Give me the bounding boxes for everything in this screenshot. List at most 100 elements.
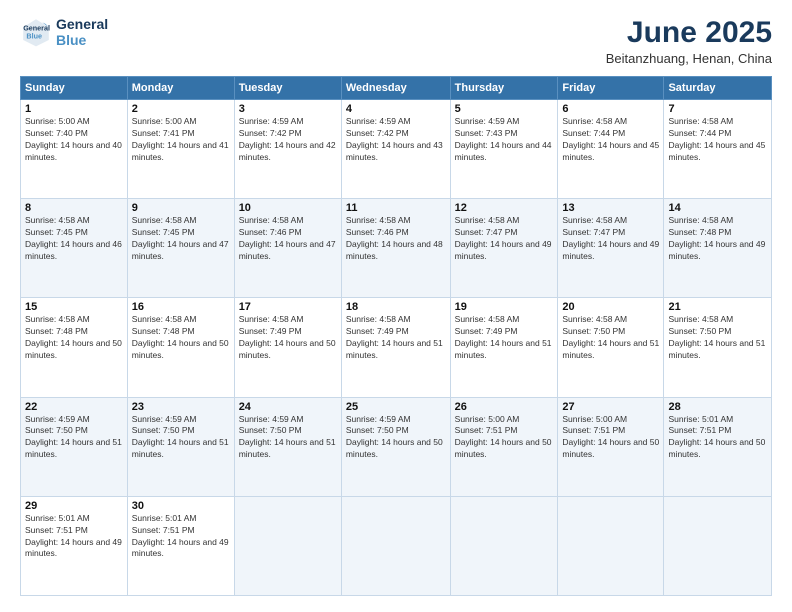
day-cell: 13 Sunrise: 4:58 AM Sunset: 7:47 PM Dayl… bbox=[558, 199, 664, 298]
day-cell: 10 Sunrise: 4:58 AM Sunset: 7:46 PM Dayl… bbox=[234, 199, 341, 298]
day-number: 19 bbox=[455, 301, 554, 313]
day-cell: 16 Sunrise: 4:58 AM Sunset: 7:48 PM Dayl… bbox=[127, 298, 234, 397]
day-number: 17 bbox=[239, 301, 337, 313]
day-info: Sunrise: 4:58 AM Sunset: 7:48 PM Dayligh… bbox=[132, 314, 230, 362]
page-header: General Blue General Blue June 2025 Beit… bbox=[20, 16, 772, 66]
day-info: Sunrise: 4:59 AM Sunset: 7:50 PM Dayligh… bbox=[132, 414, 230, 462]
day-cell: 2 Sunrise: 5:00 AM Sunset: 7:41 PM Dayli… bbox=[127, 100, 234, 199]
day-number: 30 bbox=[132, 500, 230, 512]
day-cell: 29 Sunrise: 5:01 AM Sunset: 7:51 PM Dayl… bbox=[21, 496, 128, 595]
day-cell: 22 Sunrise: 4:59 AM Sunset: 7:50 PM Dayl… bbox=[21, 397, 128, 496]
day-info: Sunrise: 4:59 AM Sunset: 7:50 PM Dayligh… bbox=[346, 414, 446, 462]
calendar-page: General Blue General Blue June 2025 Beit… bbox=[0, 0, 792, 612]
day-cell: 12 Sunrise: 4:58 AM Sunset: 7:47 PM Dayl… bbox=[450, 199, 558, 298]
day-number: 23 bbox=[132, 401, 230, 413]
day-cell: 21 Sunrise: 4:58 AM Sunset: 7:50 PM Dayl… bbox=[664, 298, 772, 397]
week-row-4: 22 Sunrise: 4:59 AM Sunset: 7:50 PM Dayl… bbox=[21, 397, 772, 496]
day-cell: 19 Sunrise: 4:58 AM Sunset: 7:49 PM Dayl… bbox=[450, 298, 558, 397]
day-cell: 9 Sunrise: 4:58 AM Sunset: 7:45 PM Dayli… bbox=[127, 199, 234, 298]
day-cell bbox=[558, 496, 664, 595]
day-number: 28 bbox=[668, 401, 767, 413]
day-number: 4 bbox=[346, 103, 446, 115]
day-info: Sunrise: 4:58 AM Sunset: 7:45 PM Dayligh… bbox=[25, 215, 123, 263]
day-cell: 8 Sunrise: 4:58 AM Sunset: 7:45 PM Dayli… bbox=[21, 199, 128, 298]
day-cell: 6 Sunrise: 4:58 AM Sunset: 7:44 PM Dayli… bbox=[558, 100, 664, 199]
day-cell: 15 Sunrise: 4:58 AM Sunset: 7:48 PM Dayl… bbox=[21, 298, 128, 397]
day-number: 9 bbox=[132, 202, 230, 214]
day-number: 1 bbox=[25, 103, 123, 115]
day-info: Sunrise: 4:58 AM Sunset: 7:50 PM Dayligh… bbox=[668, 314, 767, 362]
week-row-1: 1 Sunrise: 5:00 AM Sunset: 7:40 PM Dayli… bbox=[21, 100, 772, 199]
day-number: 7 bbox=[668, 103, 767, 115]
day-number: 24 bbox=[239, 401, 337, 413]
day-number: 16 bbox=[132, 301, 230, 313]
logo-icon: General Blue bbox=[20, 16, 52, 48]
day-cell: 20 Sunrise: 4:58 AM Sunset: 7:50 PM Dayl… bbox=[558, 298, 664, 397]
day-number: 22 bbox=[25, 401, 123, 413]
day-cell: 11 Sunrise: 4:58 AM Sunset: 7:46 PM Dayl… bbox=[341, 199, 450, 298]
day-number: 29 bbox=[25, 500, 123, 512]
svg-text:Blue: Blue bbox=[26, 31, 42, 40]
day-cell bbox=[450, 496, 558, 595]
day-info: Sunrise: 4:59 AM Sunset: 7:50 PM Dayligh… bbox=[239, 414, 337, 462]
header-row: Sunday Monday Tuesday Wednesday Thursday… bbox=[21, 77, 772, 100]
day-number: 2 bbox=[132, 103, 230, 115]
day-info: Sunrise: 5:01 AM Sunset: 7:51 PM Dayligh… bbox=[132, 513, 230, 561]
day-number: 12 bbox=[455, 202, 554, 214]
day-number: 25 bbox=[346, 401, 446, 413]
day-number: 27 bbox=[562, 401, 659, 413]
week-row-3: 15 Sunrise: 4:58 AM Sunset: 7:48 PM Dayl… bbox=[21, 298, 772, 397]
day-info: Sunrise: 4:58 AM Sunset: 7:44 PM Dayligh… bbox=[668, 116, 767, 164]
day-info: Sunrise: 4:58 AM Sunset: 7:44 PM Dayligh… bbox=[562, 116, 659, 164]
day-cell: 25 Sunrise: 4:59 AM Sunset: 7:50 PM Dayl… bbox=[341, 397, 450, 496]
day-cell: 3 Sunrise: 4:59 AM Sunset: 7:42 PM Dayli… bbox=[234, 100, 341, 199]
day-cell: 1 Sunrise: 5:00 AM Sunset: 7:40 PM Dayli… bbox=[21, 100, 128, 199]
logo: General Blue General Blue bbox=[20, 16, 108, 48]
col-thursday: Thursday bbox=[450, 77, 558, 100]
day-info: Sunrise: 4:59 AM Sunset: 7:50 PM Dayligh… bbox=[25, 414, 123, 462]
week-row-2: 8 Sunrise: 4:58 AM Sunset: 7:45 PM Dayli… bbox=[21, 199, 772, 298]
day-number: 8 bbox=[25, 202, 123, 214]
day-cell: 5 Sunrise: 4:59 AM Sunset: 7:43 PM Dayli… bbox=[450, 100, 558, 199]
day-number: 13 bbox=[562, 202, 659, 214]
day-info: Sunrise: 5:00 AM Sunset: 7:51 PM Dayligh… bbox=[562, 414, 659, 462]
week-row-5: 29 Sunrise: 5:01 AM Sunset: 7:51 PM Dayl… bbox=[21, 496, 772, 595]
day-cell: 14 Sunrise: 4:58 AM Sunset: 7:48 PM Dayl… bbox=[664, 199, 772, 298]
day-info: Sunrise: 4:58 AM Sunset: 7:45 PM Dayligh… bbox=[132, 215, 230, 263]
day-cell: 4 Sunrise: 4:59 AM Sunset: 7:42 PM Dayli… bbox=[341, 100, 450, 199]
col-tuesday: Tuesday bbox=[234, 77, 341, 100]
day-number: 10 bbox=[239, 202, 337, 214]
day-info: Sunrise: 4:59 AM Sunset: 7:43 PM Dayligh… bbox=[455, 116, 554, 164]
day-number: 6 bbox=[562, 103, 659, 115]
day-number: 5 bbox=[455, 103, 554, 115]
day-number: 14 bbox=[668, 202, 767, 214]
day-info: Sunrise: 4:58 AM Sunset: 7:47 PM Dayligh… bbox=[455, 215, 554, 263]
col-sunday: Sunday bbox=[21, 77, 128, 100]
col-friday: Friday bbox=[558, 77, 664, 100]
day-number: 21 bbox=[668, 301, 767, 313]
day-cell: 26 Sunrise: 5:00 AM Sunset: 7:51 PM Dayl… bbox=[450, 397, 558, 496]
day-cell bbox=[664, 496, 772, 595]
day-cell: 7 Sunrise: 4:58 AM Sunset: 7:44 PM Dayli… bbox=[664, 100, 772, 199]
day-info: Sunrise: 4:58 AM Sunset: 7:47 PM Dayligh… bbox=[562, 215, 659, 263]
day-number: 11 bbox=[346, 202, 446, 214]
day-number: 15 bbox=[25, 301, 123, 313]
day-info: Sunrise: 5:01 AM Sunset: 7:51 PM Dayligh… bbox=[25, 513, 123, 561]
day-info: Sunrise: 4:58 AM Sunset: 7:49 PM Dayligh… bbox=[455, 314, 554, 362]
day-info: Sunrise: 5:00 AM Sunset: 7:51 PM Dayligh… bbox=[455, 414, 554, 462]
day-number: 26 bbox=[455, 401, 554, 413]
day-number: 18 bbox=[346, 301, 446, 313]
day-info: Sunrise: 4:59 AM Sunset: 7:42 PM Dayligh… bbox=[346, 116, 446, 164]
month-title: June 2025 bbox=[606, 16, 772, 49]
day-info: Sunrise: 5:00 AM Sunset: 7:40 PM Dayligh… bbox=[25, 116, 123, 164]
day-info: Sunrise: 4:59 AM Sunset: 7:42 PM Dayligh… bbox=[239, 116, 337, 164]
day-cell: 24 Sunrise: 4:59 AM Sunset: 7:50 PM Dayl… bbox=[234, 397, 341, 496]
day-number: 3 bbox=[239, 103, 337, 115]
day-info: Sunrise: 5:00 AM Sunset: 7:41 PM Dayligh… bbox=[132, 116, 230, 164]
day-info: Sunrise: 4:58 AM Sunset: 7:46 PM Dayligh… bbox=[346, 215, 446, 263]
calendar-table: Sunday Monday Tuesday Wednesday Thursday… bbox=[20, 76, 772, 596]
col-wednesday: Wednesday bbox=[341, 77, 450, 100]
day-info: Sunrise: 4:58 AM Sunset: 7:48 PM Dayligh… bbox=[25, 314, 123, 362]
day-cell: 28 Sunrise: 5:01 AM Sunset: 7:51 PM Dayl… bbox=[664, 397, 772, 496]
col-monday: Monday bbox=[127, 77, 234, 100]
